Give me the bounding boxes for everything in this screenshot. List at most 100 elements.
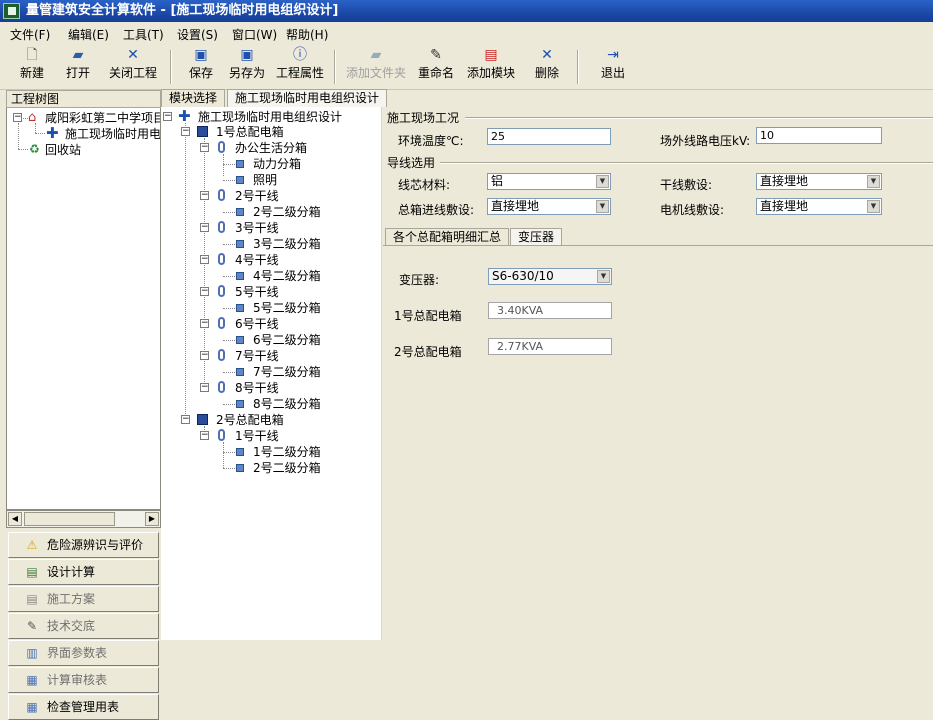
collapse-icon[interactable]: − (200, 351, 209, 360)
tree-item-recycle-bin[interactable]: 回收站 (45, 142, 81, 158)
tree-item-trunk[interactable]: 4号干线 (235, 252, 279, 268)
tree-item-trunk[interactable]: 7号干线 (235, 348, 279, 364)
core-material-label: 线芯材料: (398, 178, 451, 192)
nav-construction-plan[interactable]: ▤ 施工方案 (8, 586, 159, 612)
tree-item-temp-power[interactable]: 施工现场临时用电 (65, 126, 160, 142)
tree-item-power-box[interactable]: 动力分箱 (253, 156, 301, 172)
rename-icon: ✎ (430, 47, 442, 63)
dropdown-arrow-icon[interactable]: ▼ (597, 270, 610, 283)
tree-item-project[interactable]: 咸阳彩虹第二中学项目 (45, 110, 160, 126)
tree-item-sub-box[interactable]: 1号二级分箱 (253, 444, 321, 460)
core-material-select[interactable]: 铝 ▼ (487, 173, 611, 190)
tree-item-sub-box[interactable]: 4号二级分箱 (253, 268, 321, 284)
sub-box-icon (236, 304, 244, 312)
tab-design[interactable]: 施工现场临时用电组织设计 (227, 89, 388, 107)
transformer-select[interactable]: S6-630/10 ▼ (488, 268, 612, 285)
sub-box-icon (236, 240, 244, 248)
nav-hazard-identification[interactable]: ⚠ 危险源辨识与评价 (8, 532, 159, 558)
new-button[interactable]: 🗋 新建 (17, 48, 47, 88)
tab-box-summary[interactable]: 各个总配箱明细汇总 (385, 228, 510, 246)
delete-button[interactable]: ✕ 删除 (532, 48, 562, 88)
rename-button[interactable]: ✎ 重命名 (416, 48, 456, 88)
menu-window[interactable]: 窗口(W) (232, 26, 277, 43)
menu-help[interactable]: 帮助(H) (286, 26, 328, 43)
tree-item-sub-box[interactable]: 2号二级分箱 (253, 460, 321, 476)
tree-item-trunk[interactable]: 8号干线 (235, 380, 279, 396)
tree-item-sub-box[interactable]: 2号二级分箱 (253, 204, 321, 220)
save-as-button[interactable]: ▣ 另存为 (227, 48, 267, 88)
tree-item-trunk[interactable]: 1号干线 (235, 428, 279, 444)
dropdown-arrow-icon[interactable]: ▼ (867, 200, 880, 213)
save-button[interactable]: ▣ 保存 (186, 48, 216, 88)
horizontal-scrollbar[interactable]: ◀ ▶ (6, 510, 161, 528)
briefing-icon: ✎ (26, 619, 38, 633)
tab-module-select[interactable]: 模块选择 (161, 89, 226, 107)
motor-laying-select[interactable]: 直接埋地 ▼ (756, 198, 882, 215)
scroll-thumb[interactable] (24, 512, 115, 526)
tree-item-office-box[interactable]: 办公生活分箱 (235, 140, 307, 156)
menu-tools[interactable]: 工具(T) (123, 26, 164, 43)
tree-item-sub-box[interactable]: 6号二级分箱 (253, 332, 321, 348)
group-wire-selection: 导线选用 (387, 156, 436, 170)
open-button[interactable]: ▰ 打开 (63, 48, 93, 88)
collapse-icon[interactable]: − (200, 319, 209, 328)
box1-load-field[interactable]: 3.40KVA (488, 302, 612, 319)
project-tree: − ⌂ 咸阳彩虹第二中学项目 ✚ 施工现场临时用电 ♻ 回收站 (6, 108, 161, 510)
box-laying-select[interactable]: 直接埋地 ▼ (487, 198, 611, 215)
collapse-icon[interactable]: − (181, 127, 190, 136)
collapse-icon[interactable]: − (200, 255, 209, 264)
menu-settings[interactable]: 设置(S) (177, 26, 218, 43)
tree-root[interactable]: 施工现场临时用电组织设计 (198, 109, 342, 125)
add-module-button[interactable]: ▤ 添加模块 (465, 48, 517, 88)
dropdown-arrow-icon[interactable]: ▼ (596, 175, 609, 188)
nav-calc-review[interactable]: ▦ 计算审核表 (8, 667, 159, 693)
tree-item-dist-box-1[interactable]: 1号总配电箱 (216, 124, 284, 140)
trunk-laying-select[interactable]: 直接埋地 ▼ (756, 173, 882, 190)
calc-icon: ▤ (26, 565, 38, 579)
tree-item-trunk[interactable]: 3号干线 (235, 220, 279, 236)
menu-file[interactable]: 文件(F) (10, 26, 50, 43)
nav-inspection-forms[interactable]: ▦ 检查管理用表 (8, 694, 159, 720)
tree-item-trunk[interactable]: 6号干线 (235, 316, 279, 332)
tree-item-lighting[interactable]: 照明 (253, 172, 277, 188)
close-project-button[interactable]: ✕ 关闭工程 (106, 48, 160, 88)
collapse-icon[interactable]: − (200, 143, 209, 152)
app-icon[interactable] (3, 3, 20, 19)
tree-item-trunk[interactable]: 2号干线 (235, 188, 279, 204)
clip-icon (218, 189, 225, 201)
group-site-conditions: 施工现场工况 (387, 111, 460, 125)
collapse-icon[interactable]: − (181, 415, 190, 424)
toolbar-separator (170, 50, 172, 84)
collapse-icon[interactable]: − (200, 223, 209, 232)
scroll-left-icon[interactable]: ◀ (8, 512, 22, 526)
menu-edit[interactable]: 编辑(E) (68, 26, 109, 43)
nav-technical-briefing[interactable]: ✎ 技术交底 (8, 613, 159, 639)
tab-transformer[interactable]: 变压器 (510, 228, 563, 246)
nav-design-calc[interactable]: ▤ 设计计算 (8, 559, 159, 585)
project-properties-button[interactable]: ⓘ 工程属性 (274, 48, 326, 88)
collapse-icon[interactable]: − (13, 113, 22, 122)
add-folder-button[interactable]: ▰ 添加文件夹 (345, 48, 407, 88)
tree-item-sub-box[interactable]: 5号二级分箱 (253, 300, 321, 316)
tree-item-sub-box[interactable]: 3号二级分箱 (253, 236, 321, 252)
nav-interface-params[interactable]: ▥ 界面参数表 (8, 640, 159, 666)
env-temp-field[interactable]: 25 (487, 128, 611, 145)
tree-item-dist-box-2[interactable]: 2号总配电箱 (216, 412, 284, 428)
clip-icon (218, 253, 225, 265)
voltage-field[interactable]: 10 (756, 127, 882, 144)
sub-box-icon (236, 368, 244, 376)
scroll-right-icon[interactable]: ▶ (145, 512, 159, 526)
box2-load-field[interactable]: 2.77KVA (488, 338, 612, 355)
tree-item-trunk[interactable]: 5号干线 (235, 284, 279, 300)
collapse-icon[interactable]: − (163, 112, 172, 121)
collapse-icon[interactable]: − (200, 287, 209, 296)
exit-button[interactable]: ⇥ 退出 (598, 48, 628, 88)
collapse-icon[interactable]: − (200, 191, 209, 200)
dropdown-arrow-icon[interactable]: ▼ (867, 175, 880, 188)
collapse-icon[interactable]: − (200, 431, 209, 440)
delete-icon: ✕ (541, 47, 553, 63)
tree-item-sub-box[interactable]: 8号二级分箱 (253, 396, 321, 412)
dropdown-arrow-icon[interactable]: ▼ (596, 200, 609, 213)
tree-item-sub-box[interactable]: 7号二级分箱 (253, 364, 321, 380)
collapse-icon[interactable]: − (200, 383, 209, 392)
